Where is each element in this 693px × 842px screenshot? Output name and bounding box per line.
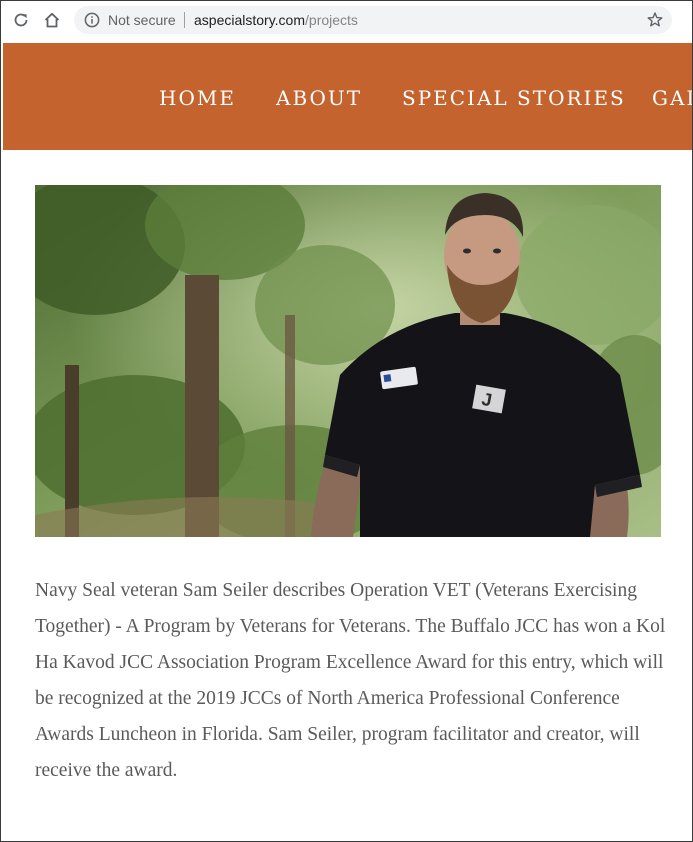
nav-about[interactable]: ABOUT — [276, 86, 362, 110]
browser-toolbar: Not secure aspecialstory.com/projects — [1, 1, 692, 41]
nav-home[interactable]: HOME — [159, 86, 236, 110]
hero-image: J — [35, 185, 661, 537]
home-icon[interactable] — [41, 9, 63, 31]
url-path: /projects — [305, 12, 358, 28]
reload-icon[interactable] — [10, 9, 32, 31]
security-status: Not secure — [108, 12, 176, 28]
site-navigation: HOME ABOUT SPECIAL STORIES GAL — [3, 43, 692, 150]
info-icon[interactable] — [84, 12, 100, 28]
url-host: aspecialstory.com — [194, 12, 306, 28]
nav-gallery[interactable]: GAL — [652, 86, 692, 110]
star-icon[interactable] — [646, 11, 664, 29]
browser-window: Not secure aspecialstory.com/projects HO… — [0, 0, 693, 842]
url-text[interactable]: aspecialstory.com/projects — [194, 12, 358, 28]
nav-special-stories[interactable]: SPECIAL STORIES — [402, 86, 626, 110]
address-bar[interactable]: Not secure aspecialstory.com/projects — [74, 6, 672, 34]
article-body: Navy Seal veteran Sam Seiler describes O… — [35, 580, 666, 781]
address-divider — [184, 12, 185, 28]
